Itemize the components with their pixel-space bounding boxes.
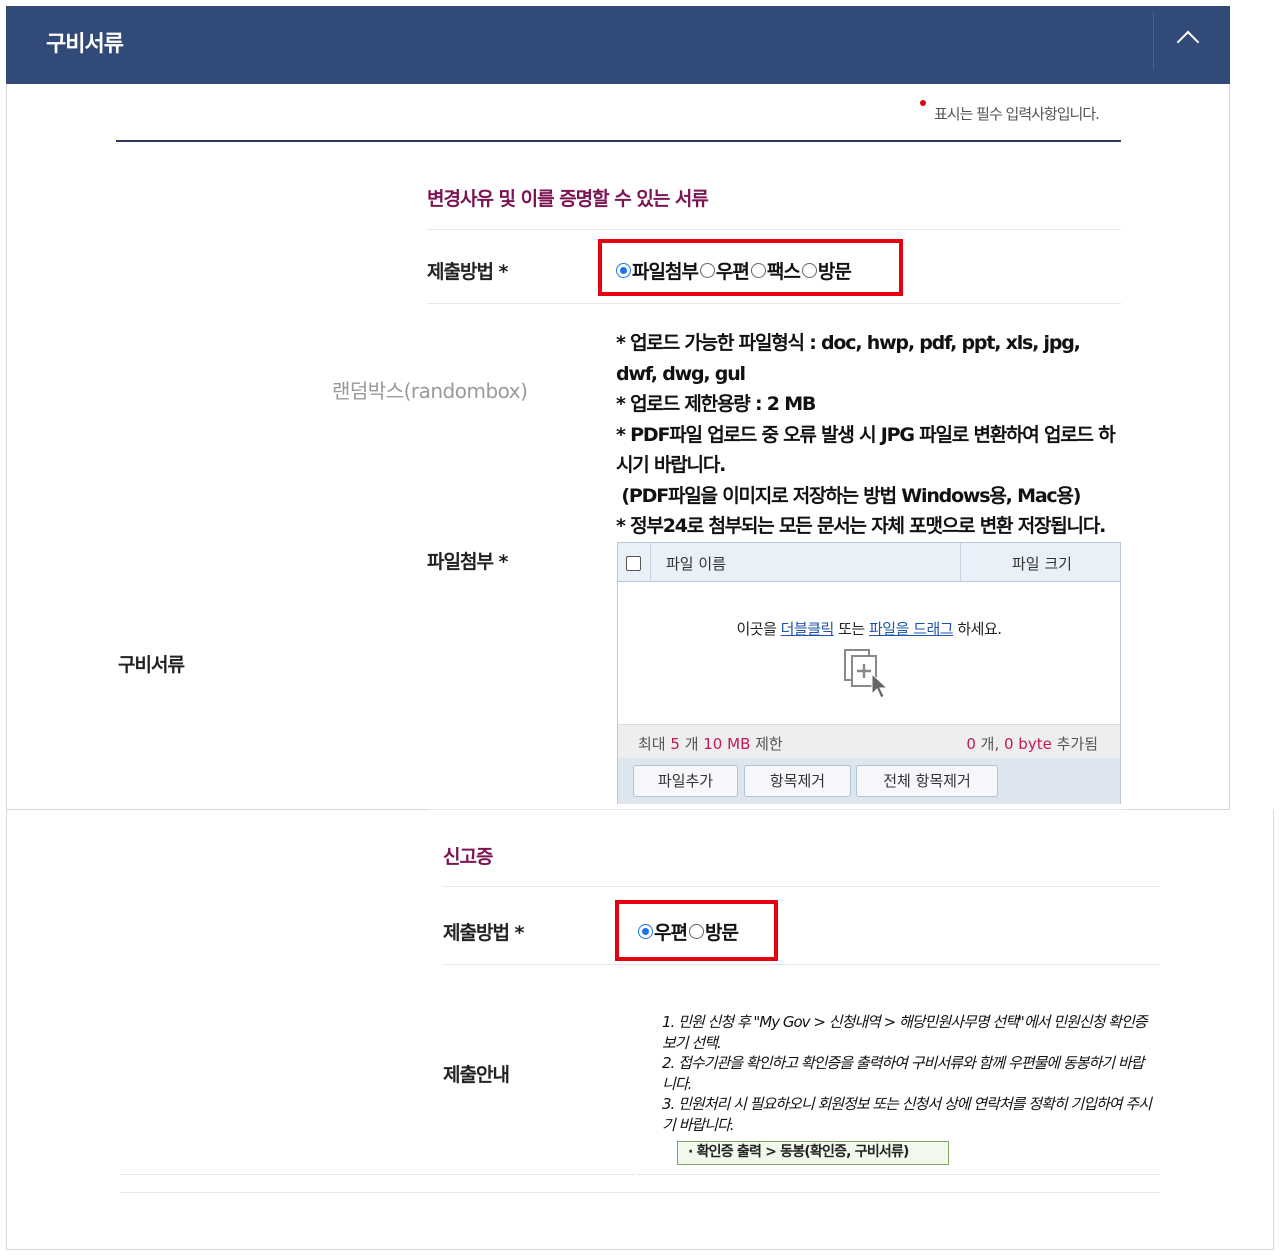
radio-label-post: 우편 (715, 261, 750, 283)
required-dot-icon (920, 100, 926, 106)
submission-guide: 1. 민원 신청 후 "My Gov > 신청내역 > 해당민원사무명 선택"에… (662, 1012, 1152, 1135)
remove-item-button[interactable]: 항목제거 (744, 765, 851, 797)
limit-mid: 개 (679, 735, 704, 753)
randombox-label: 랜덤박스(randombox) (332, 379, 528, 403)
radio-label-visit: 방문 (817, 261, 852, 283)
required-note: 표시는 필수 입력사항입니다. (934, 105, 1100, 123)
uploader-header: 파일 이름 파일 크기 (618, 543, 1120, 582)
bottom-sep-left (120, 1174, 635, 1175)
radio-label-file-attach: 파일첨부 (632, 261, 699, 283)
limit-size: 10 MB (703, 735, 751, 753)
uploader-status-bar: 최대 5 개 10 MB 제한 0 개, 0 byte 추가됨 (618, 724, 1120, 759)
guide-print-badge: · 확인증 출력 > 동봉(확인증, 구비서류) (677, 1141, 949, 1165)
upload-note-4: (PDF파일을 이미지로 저장하는 방법 Windows용, Mac용) (616, 484, 1081, 507)
upload-note-2: * 업로드 제한용량 : 2 MB (616, 393, 816, 415)
col-divider (960, 543, 961, 581)
radio-label-fax: 팩스 (766, 261, 801, 283)
section1-method-radios: 파일첨부 우편 팩스 방문 (616, 257, 853, 284)
added-mid: 개, (975, 735, 1004, 753)
radio-post-2[interactable] (638, 924, 653, 939)
section2-method-label: 제출방법 * (443, 922, 524, 944)
drop-prefix: 이곳을 (736, 620, 781, 638)
remove-all-button[interactable]: 전체 항목제거 (856, 765, 998, 797)
upload-note-1: * 업로드 가능한 파일형식 : doc, hwp, pdf, ppt, xls… (616, 332, 1086, 385)
radio-file-attach[interactable] (616, 263, 631, 278)
bottom-sep-right (637, 1174, 1160, 1175)
select-all-checkbox[interactable] (626, 556, 641, 571)
upload-limit: 최대 5 개 10 MB 제한 (638, 733, 783, 754)
double-click-link[interactable]: 더블클릭 (781, 620, 835, 638)
guide-line-2: 2. 접수기관을 확인하고 확인증을 출력하여 구비서류와 함께 우편물에 동봉… (662, 1054, 1144, 1093)
added-size: 0 byte (1004, 735, 1052, 753)
section2-sep-2 (443, 964, 1160, 965)
radio-post[interactable] (699, 263, 715, 278)
header-divider (1153, 12, 1154, 70)
section1-sep-3 (427, 809, 1127, 810)
bottom-sep-final (120, 1192, 1160, 1193)
section-header[interactable] (6, 6, 1230, 84)
upload-notes: * 업로드 가능한 파일형식 : doc, hwp, pdf, ppt, xls… (616, 328, 1121, 542)
drop-zone-text[interactable]: 이곳을 더블클릭 또는 파일을 드래그 하세요. (618, 618, 1120, 639)
upload-added: 0 개, 0 byte 추가됨 (966, 733, 1098, 754)
section1-sep-1 (427, 229, 1121, 230)
top-divider (116, 140, 1121, 142)
section2-guide-label: 제출안내 (443, 1064, 510, 1086)
col-divider (650, 543, 651, 581)
section1-attach-label: 파일첨부 * (427, 551, 508, 573)
drop-mid: 또는 (833, 620, 869, 638)
uploader-buttons: 파일추가 항목제거 전체 항목제거 (618, 758, 1120, 804)
radio-visit[interactable] (801, 263, 817, 278)
drop-suffix: 하세요. (953, 620, 1002, 638)
radio-label-post-2: 우편 (654, 922, 688, 944)
section1-sep-2 (427, 303, 1121, 304)
upload-note-5: * 정부24로 첨부되는 모든 문서는 자체 포맷으로 변환 저장됩니다. (616, 515, 1106, 537)
col-header-file-size: 파일 크기 (1012, 555, 1072, 573)
radio-label-visit-2: 방문 (704, 922, 739, 944)
section2-method-radios: 우편 방문 (638, 918, 740, 945)
row-label: 구비서류 (118, 654, 185, 676)
section2-title: 신고증 (443, 846, 493, 868)
added-count: 0 (966, 735, 976, 753)
radio-fax[interactable] (750, 263, 766, 278)
section-header-title: 구비서류 (46, 32, 124, 57)
col-header-file-name: 파일 이름 (666, 555, 726, 573)
guide-line-1: 1. 민원 신청 후 "My Gov > 신청내역 > 해당민원사무명 선택"에… (662, 1013, 1148, 1052)
limit-suffix: 제한 (750, 735, 783, 753)
upload-note-3: * PDF파일 업로드 중 오류 발생 시 JPG 파일로 변환하여 업로드 하… (616, 423, 1116, 477)
section1-method-label: 제출방법 * (427, 261, 508, 283)
drag-file-link[interactable]: 파일을 드래그 (869, 620, 954, 638)
add-file-button[interactable]: 파일추가 (633, 765, 738, 797)
limit-count: 5 (670, 735, 680, 753)
section2-sep-1 (443, 886, 1160, 887)
file-uploader[interactable]: 파일 이름 파일 크기 이곳을 더블클릭 또는 파일을 드래그 하세요. 최대 … (617, 542, 1121, 804)
file-add-icon (844, 649, 889, 699)
added-suffix: 추가됨 (1051, 735, 1098, 753)
guide-line-3: 3. 민원처리 시 필요하오니 회원정보 또는 신청서 상에 연락처를 정확히 … (662, 1095, 1152, 1134)
radio-visit-2[interactable] (688, 924, 704, 939)
limit-prefix: 최대 (638, 735, 671, 753)
section1-title: 변경사유 및 이를 증명할 수 있는 서류 (427, 188, 709, 210)
